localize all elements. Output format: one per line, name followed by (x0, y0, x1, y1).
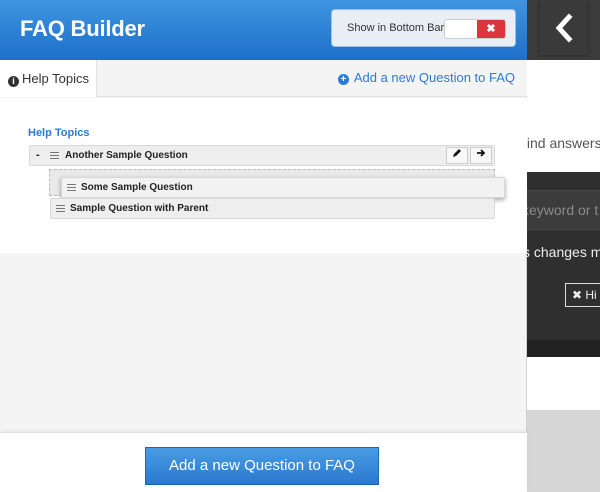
tab-bar: i Help Topics + Add a new Question to FAQ (0, 60, 527, 97)
background-bar (527, 340, 600, 357)
tab-help-topics[interactable]: i Help Topics (0, 60, 97, 97)
drag-handle-icon[interactable] (67, 184, 76, 191)
background-notice-text: s changes ma (527, 244, 600, 260)
tree-row-parent[interactable]: - Another Sample Question (29, 145, 495, 166)
chevron-left-icon (555, 12, 573, 43)
close-icon: ✖ (477, 20, 505, 38)
toggle-label: Show in Bottom Bar (347, 22, 445, 34)
add-question-button[interactable]: Add a new Question to FAQ (145, 447, 379, 485)
bottom-bar-toggle-group: Show in Bottom Bar ✖ (331, 9, 516, 47)
bottom-bar-toggle[interactable]: ✖ (444, 19, 506, 39)
tree-row-dragging[interactable]: Some Sample Question (61, 177, 505, 198)
arrow-right-icon (477, 149, 486, 157)
plus-circle-icon: + (337, 74, 349, 85)
question-label: Some Sample Question (81, 182, 193, 193)
drag-handle-icon[interactable] (56, 205, 65, 212)
hide-button[interactable]: ✖ Hi (565, 283, 600, 307)
question-label: Another Sample Question (65, 150, 188, 161)
panel-title: FAQ Builder (20, 16, 145, 41)
collapse-toggle[interactable]: - (36, 149, 40, 161)
panel-footer: Add a new Question to FAQ (0, 432, 527, 492)
question-label: Sample Question with Parent (70, 203, 209, 214)
edit-button[interactable] (446, 147, 468, 164)
pencil-icon (453, 149, 461, 157)
info-icon: i (8, 76, 19, 87)
open-button[interactable] (470, 147, 492, 164)
add-question-link[interactable]: + Add a new Question to FAQ (337, 70, 515, 85)
background-search-input[interactable]: keyword or t (527, 190, 600, 230)
section-title: Help Topics (28, 127, 90, 139)
back-button[interactable] (540, 0, 587, 55)
add-question-link-label: Add a new Question to FAQ (353, 70, 515, 85)
background-footer (527, 410, 600, 492)
panel-header: FAQ Builder Show in Bottom Bar ✖ (0, 0, 527, 60)
background-text: find answers (527, 135, 600, 151)
faq-builder-panel: FAQ Builder Show in Bottom Bar ✖ i Help T… (0, 0, 527, 492)
drag-handle-icon[interactable] (50, 152, 59, 159)
tab-label: Help Topics (22, 71, 89, 86)
background-page: find answers keyword or t s changes ma ✖… (527, 0, 600, 492)
tree-row-child[interactable]: Sample Question with Parent (50, 198, 495, 219)
